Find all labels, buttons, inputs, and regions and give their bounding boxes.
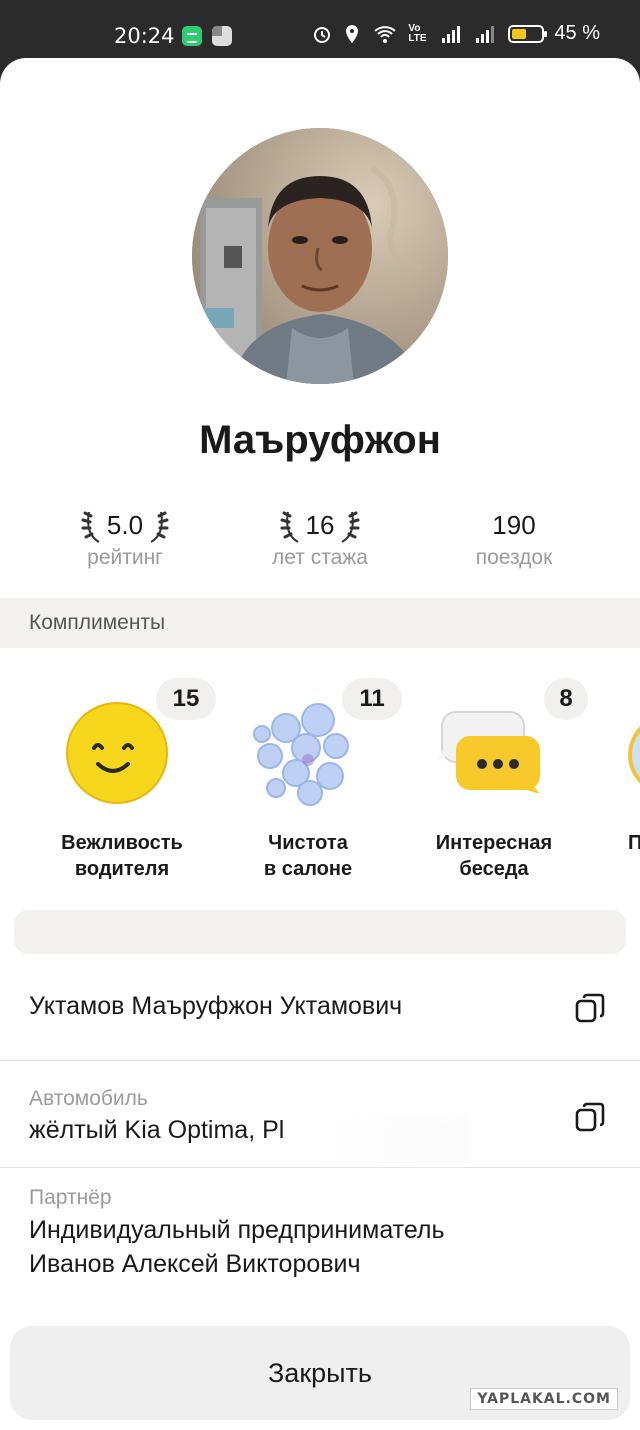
compliment-label-line1: Интересная	[435, 832, 553, 854]
laurel-left-icon	[81, 511, 100, 543]
experience-value: 16	[305, 510, 335, 540]
battery-percent: 45 %	[554, 22, 600, 44]
partner-line1: Индивидуальный предприниматель	[29, 1216, 445, 1244]
driver-profile-sheet: Маъруфжон 5.0 рейтинг 16 лет стажа 190 п…	[0, 58, 640, 1430]
rating-value: 5.0	[106, 510, 144, 540]
partner-caption: Партнёр	[29, 1186, 112, 1209]
plate-blur	[318, 1118, 468, 1164]
laurel-right-icon	[150, 511, 169, 543]
stat-rating: 5.0 рейтинг	[35, 506, 215, 570]
compliments-header: Комплименты	[0, 598, 640, 648]
compliment-label: П	[628, 830, 640, 856]
trips-value: 190	[492, 510, 536, 540]
compliment-label-line2: в салоне	[263, 858, 353, 880]
compliments-carousel[interactable]: 15 Вежливость водителя 11 Чистота в сало…	[0, 648, 640, 898]
compliment-label-line1: Чистота	[268, 832, 348, 854]
compliment-count-badge: 15	[156, 678, 216, 720]
partner-line2: Иванов Алексей Викторович	[29, 1250, 361, 1278]
laurel-right-icon	[341, 511, 360, 543]
volte-indicator: Vo LTE	[408, 22, 427, 44]
copy-icon[interactable]	[574, 992, 606, 1024]
experience-label: лет стажа	[272, 546, 368, 569]
compliment-label: Вежливость водителя	[22, 830, 222, 882]
car-caption: Автомобиль	[29, 1087, 148, 1110]
compliment-count-badge: 8	[544, 678, 588, 720]
soap-bubbles-icon	[253, 703, 349, 806]
driver-full-name-row[interactable]: Уктамов Маъруфжон Уктамович	[0, 956, 640, 1061]
wifi-icon	[374, 25, 397, 43]
battery-icon	[508, 24, 548, 43]
status-time: 20:24	[114, 24, 175, 48]
driver-name: Маъруфжон	[199, 418, 441, 462]
driver-full-name: Уктамов Маъруфжон Уктамович	[29, 992, 403, 1020]
partial-compliment-icon	[628, 726, 640, 784]
watermark: YAPLAKAL.COM	[470, 1388, 618, 1410]
compliment-partial[interactable]: П	[590, 648, 640, 898]
stat-trips: 190 поездок	[424, 506, 604, 570]
location-icon	[346, 24, 359, 43]
trips-label: поездок	[475, 546, 553, 569]
partner-row: Партнёр Индивидуальный предприниматель И…	[0, 1168, 640, 1298]
driver-avatar	[192, 128, 448, 384]
smiley-face-icon	[66, 702, 168, 804]
copy-icon[interactable]	[574, 1101, 606, 1133]
compliment-count-badge: 11	[342, 678, 402, 720]
info-banner-placeholder	[14, 910, 626, 954]
signal-icon	[442, 25, 461, 43]
rating-label: рейтинг	[87, 546, 163, 569]
compliment-label-line1: П	[628, 832, 640, 854]
compliments-title: Комплименты	[29, 611, 166, 634]
signal-2-icon	[476, 25, 495, 43]
compliment-label-line1: Вежливость	[61, 832, 183, 854]
notification-app-icon	[182, 26, 202, 46]
alarm-icon	[314, 26, 331, 43]
stat-experience: 16 лет стажа	[230, 506, 410, 570]
compliment-label: Интересная беседа	[394, 830, 594, 882]
compliment-label-line2: беседа	[459, 858, 529, 880]
compliment-label-line2: водителя	[74, 858, 170, 880]
chat-bubbles-icon	[438, 711, 540, 794]
compliment-label: Чистота в салоне	[208, 830, 408, 882]
notification-app2-icon	[212, 26, 232, 46]
laurel-left-icon	[280, 511, 299, 543]
car-value: жёлтый Kia Optima, Pl	[29, 1116, 285, 1144]
